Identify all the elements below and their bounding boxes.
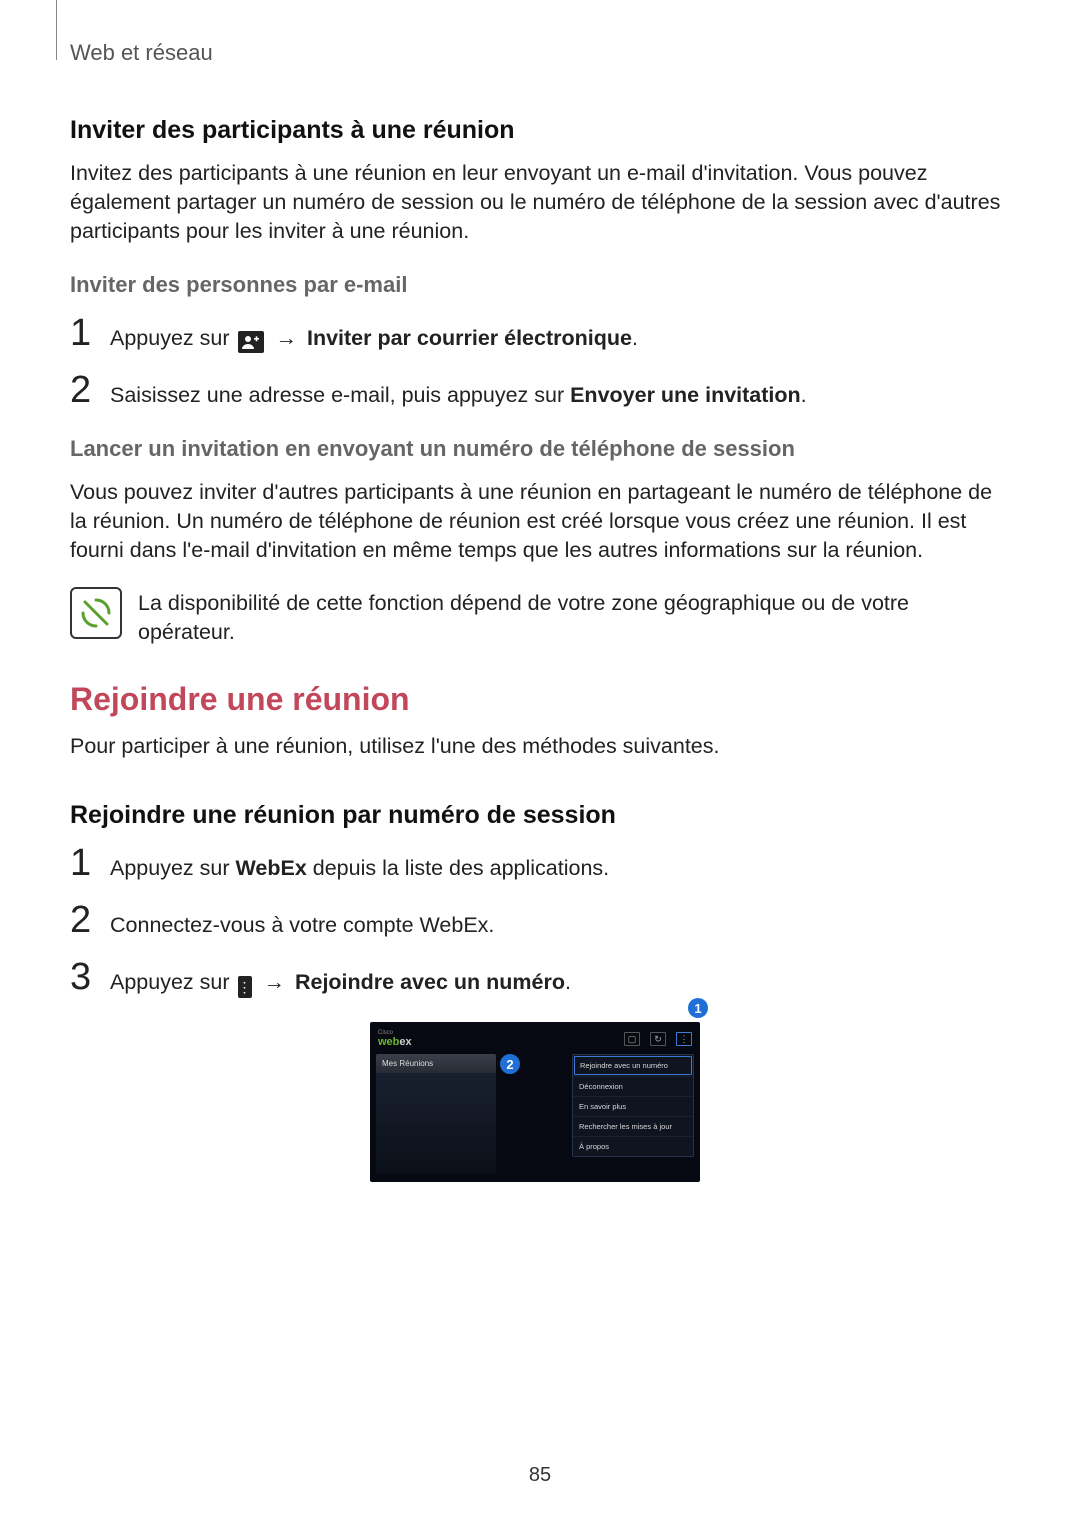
arrow-icon: → [275, 326, 297, 350]
step-bold: Envoyer une invitation [570, 383, 801, 407]
menu-item-learn-more[interactable]: En savoir plus [573, 1096, 693, 1116]
note-text: La disponibilité de cette fonction dépen… [138, 587, 1010, 647]
step-row: 3 Appuyez sur → Rejoindre avec un numéro… [70, 958, 1010, 998]
step-row: 2 Saisissez une adresse e-mail, puis app… [70, 371, 1010, 410]
section-invite-title: Inviter des participants à une réunion [70, 116, 1010, 145]
logo-web: web [378, 1036, 399, 1048]
step-text: Appuyez sur [110, 326, 230, 350]
device-screenshot: Cisco webex ▢ ↻ ⋮ 2 Mes Réunions Rejoind… [370, 1022, 700, 1182]
overflow-menu-icon [238, 976, 252, 998]
webex-logo: Cisco webex [378, 1030, 412, 1048]
note-row: La disponibilité de cette fonction dépen… [70, 587, 1010, 647]
step-number: 2 [70, 901, 110, 939]
step-end: . [565, 970, 571, 994]
menu-item-about[interactable]: À propos [573, 1136, 693, 1156]
menu-item-logout[interactable]: Déconnexion [573, 1076, 693, 1096]
step-text: Appuyez sur [110, 856, 235, 880]
screenshot-main: Rejoindre avec un numéro Déconnexion En … [500, 1054, 694, 1174]
step-row: 2 Connectez-vous à votre compte WebEx. [70, 901, 1010, 940]
screenshot-topbar: Cisco webex ▢ ↻ ⋮ [376, 1028, 694, 1054]
add-participant-icon [238, 331, 264, 353]
note-icon [70, 587, 122, 639]
menu-item-join-number[interactable]: Rejoindre avec un numéro [574, 1056, 692, 1075]
step-row: 1 Appuyez sur WebEx depuis la liste des … [70, 844, 1010, 883]
step-text: Saisissez une adresse e-mail, puis appuy… [110, 383, 570, 407]
step-body: Appuyez sur → Rejoindre avec un numéro. [110, 962, 571, 998]
header-rule [50, 0, 57, 60]
section-invite-intro: Invitez des participants à une réunion e… [70, 159, 1010, 246]
step-number: 1 [70, 314, 110, 352]
step-number: 3 [70, 958, 110, 996]
step-body: Appuyez sur WebEx depuis la liste des ap… [110, 848, 609, 883]
callout-1: 1 [688, 998, 708, 1018]
phone-body: Vous pouvez inviter d'autres participant… [70, 478, 1010, 565]
overflow-menu-button[interactable]: ⋮ [676, 1032, 692, 1046]
step-bold: Inviter par courrier électronique [307, 326, 632, 350]
step-number: 2 [70, 371, 110, 409]
arrow-icon: → [263, 970, 285, 994]
topbar-icons: ▢ ↻ ⋮ [624, 1032, 692, 1046]
tab-my-meetings[interactable]: Mes Réunions [376, 1054, 496, 1073]
step-body: Connectez-vous à votre compte WebEx. [110, 905, 494, 940]
step-body: Saisissez une adresse e-mail, puis appuy… [110, 375, 807, 410]
step-end: . [801, 383, 807, 407]
step-text: Appuyez sur [110, 970, 230, 994]
section-join-intro: Pour participer à une réunion, utilisez … [70, 732, 1010, 761]
step-body: Appuyez sur → Inviter par courrier élect… [110, 318, 638, 353]
page-number: 85 [0, 1464, 1080, 1487]
step-row: 1 Appuyez sur → Inviter par courrier éle… [70, 314, 1010, 353]
screenshot-body: Mes Réunions Rejoindre avec un numéro Dé… [376, 1054, 694, 1174]
step-number: 1 [70, 844, 110, 882]
section-join-title: Rejoindre une réunion [70, 681, 1010, 718]
calendar-icon[interactable]: ▢ [624, 1032, 640, 1046]
sub-join-session: Rejoindre une réunion par numéro de sess… [70, 801, 1010, 830]
step-end: . [632, 326, 638, 350]
menu-item-check-updates[interactable]: Rechercher les mises à jour [573, 1116, 693, 1136]
step-bold: Rejoindre avec un numéro [295, 970, 565, 994]
step-end: depuis la liste des applications. [307, 856, 609, 880]
screenshot-sidebar: Mes Réunions [376, 1054, 496, 1174]
sub-invite-phone: Lancer un invitation en envoyant un numé… [70, 436, 1010, 462]
refresh-icon[interactable]: ↻ [650, 1032, 666, 1046]
sub-invite-email: Inviter des personnes par e-mail [70, 272, 1010, 298]
logo-ex: ex [399, 1036, 411, 1048]
step-bold: WebEx [235, 856, 306, 880]
overflow-dropdown: Rejoindre avec un numéro Déconnexion En … [572, 1054, 694, 1157]
screenshot-illustration: 1 Cisco webex ▢ ↻ ⋮ 2 Mes Réunions [370, 1022, 710, 1182]
breadcrumb: Web et réseau [70, 40, 1010, 66]
